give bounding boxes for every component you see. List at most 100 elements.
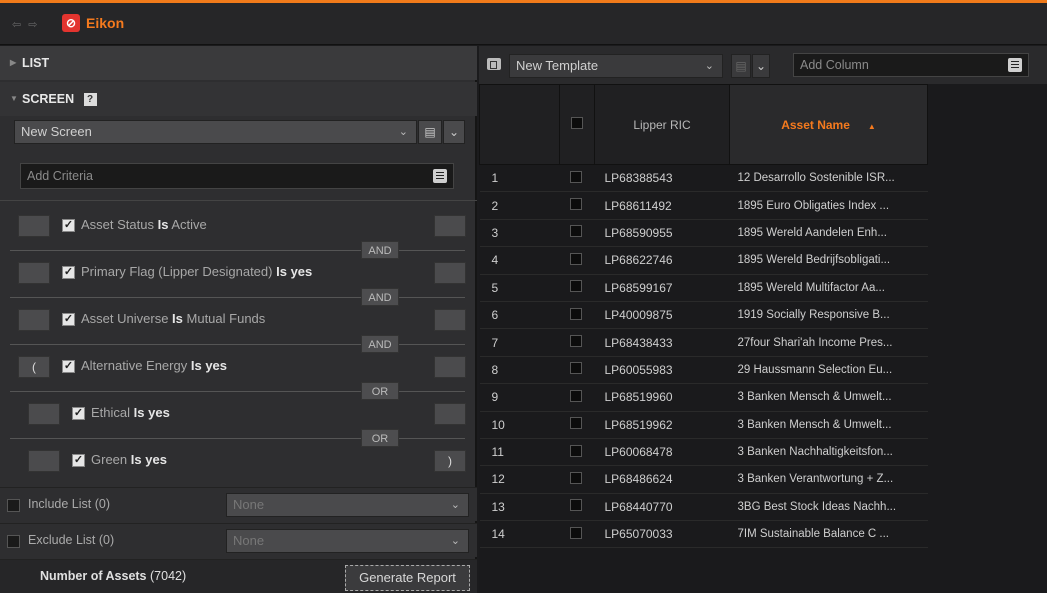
row-checkbox[interactable] xyxy=(569,198,582,211)
ric-link[interactable]: LP60068478 xyxy=(594,438,730,467)
screen-select-value: New Screen xyxy=(21,124,92,139)
exclude-list-checkbox[interactable] xyxy=(7,535,20,548)
ric-link[interactable]: LP68622746 xyxy=(594,246,730,275)
row-checkbox[interactable] xyxy=(569,307,582,320)
right-paren-button[interactable] xyxy=(434,403,466,425)
left-paren-button[interactable] xyxy=(18,262,50,284)
save-menu-chevron-icon[interactable]: ⌄ xyxy=(443,120,465,144)
row-checkbox[interactable] xyxy=(569,225,582,238)
save-template-icon[interactable]: ▤ xyxy=(731,54,751,78)
template-select[interactable]: New Template ⌄ xyxy=(509,54,723,78)
row-checkbox[interactable] xyxy=(569,170,582,183)
help-icon[interactable]: ? xyxy=(83,93,97,107)
screen-select[interactable]: New Screen ⌄ xyxy=(14,120,417,144)
criteria-row[interactable]: ✓ Green Is yes) xyxy=(0,439,477,485)
row-number-header xyxy=(479,84,560,165)
eikon-app: ⇦ ⇨ ⊘ Eikon ▶ LIST ▼ SCREEN ? New Screen… xyxy=(0,0,1047,593)
save-icon[interactable]: ▤ xyxy=(418,120,442,144)
table-row[interactable]: 12 LP68486624 3 Banken Verantwortung + Z..… xyxy=(479,465,928,494)
table-row[interactable]: 2 LP68611492 1895 Euro Obligaties Index ..… xyxy=(479,191,928,220)
row-number: 9 xyxy=(479,383,560,412)
row-checkbox[interactable] xyxy=(569,335,582,348)
add-column-input[interactable]: Add Column xyxy=(793,53,1029,77)
criteria-operator: Is xyxy=(157,217,169,232)
asset-name-cell: 3 Banken Mensch & Umwelt... xyxy=(729,383,928,412)
criteria-checkbox[interactable]: ✓ xyxy=(62,219,75,232)
ric-link[interactable]: LP60055983 xyxy=(594,356,730,385)
criteria-checkbox[interactable]: ✓ xyxy=(62,266,75,279)
left-paren-button[interactable] xyxy=(28,450,60,472)
column-list-icon[interactable] xyxy=(1008,58,1022,72)
table-row[interactable]: 13 LP68440770 3BG Best Stock Ideas Nachh..… xyxy=(479,493,928,522)
row-checkbox[interactable] xyxy=(569,362,582,375)
template-icon[interactable] xyxy=(487,58,501,70)
ric-link[interactable]: LP68438433 xyxy=(594,328,730,357)
add-criteria-input[interactable]: Add Criteria xyxy=(20,163,454,189)
ric-link[interactable]: LP68388543 xyxy=(594,164,730,193)
right-paren-button[interactable] xyxy=(434,215,466,237)
criteria-checkbox[interactable]: ✓ xyxy=(72,454,85,467)
table-row[interactable]: 1 LP68388543 12 Desarrollo Sostenible ISR.… xyxy=(479,164,928,193)
criteria-row[interactable]: ✓ Asset Universe Is Mutual Funds xyxy=(0,298,477,344)
criteria-text: Ethical Is yes xyxy=(91,405,170,420)
screen-section-header[interactable]: ▼ SCREEN ? xyxy=(0,82,477,116)
row-checkbox[interactable] xyxy=(569,417,582,430)
criteria-checkbox[interactable]: ✓ xyxy=(62,313,75,326)
criteria-checkbox[interactable]: ✓ xyxy=(62,360,75,373)
ric-link[interactable]: LP68440770 xyxy=(594,493,730,522)
select-all-checkbox[interactable] xyxy=(571,117,583,129)
table-row[interactable]: 4 LP68622746 1895 Wereld Bedrijfsobligati.… xyxy=(479,246,928,275)
row-checkbox[interactable] xyxy=(569,444,582,457)
row-checkbox[interactable] xyxy=(569,280,582,293)
ric-link[interactable]: LP68519962 xyxy=(594,411,730,439)
criteria-list-icon[interactable] xyxy=(433,169,447,183)
row-checkbox[interactable] xyxy=(569,252,582,265)
ric-link[interactable]: LP68611492 xyxy=(594,191,730,220)
asset-name-cell: 29 Haussmann Selection Eu... xyxy=(729,356,928,385)
ric-link[interactable]: LP40009875 xyxy=(594,301,730,330)
row-checkbox[interactable] xyxy=(569,526,582,539)
table-row[interactable]: 11 LP60068478 3 Banken Nachhaltigkeitsfon.… xyxy=(479,438,928,467)
right-paren-button[interactable] xyxy=(434,356,466,378)
table-row[interactable]: 10 LP68519962 3 Banken Mensch & Umwelt... xyxy=(479,411,928,439)
table-row[interactable]: 3 LP68590955 1895 Wereld Aandelen Enh... xyxy=(479,219,928,248)
left-paren-button[interactable]: ( xyxy=(18,356,50,378)
include-list-checkbox[interactable] xyxy=(7,499,20,512)
table-row[interactable]: 5 LP68599167 1895 Wereld Multifactor Aa... xyxy=(479,274,928,302)
right-paren-button[interactable]: ) xyxy=(434,450,466,472)
template-menu-chevron-icon[interactable]: ⌄ xyxy=(752,54,770,78)
ric-link[interactable]: LP68599167 xyxy=(594,274,730,302)
table-row[interactable]: 14 LP65070033 7IM Sustainable Balance C ..… xyxy=(479,520,928,549)
ric-link[interactable]: LP68519960 xyxy=(594,383,730,412)
criteria-row[interactable]: ✓ Ethical Is yes xyxy=(0,392,477,438)
ric-link[interactable]: LP68590955 xyxy=(594,219,730,248)
ric-link[interactable]: LP68486624 xyxy=(594,465,730,494)
expanded-triangle-icon: ▼ xyxy=(10,94,18,103)
table-row[interactable]: 8 LP60055983 29 Haussmann Selection Eu... xyxy=(479,356,928,385)
criteria-row[interactable]: ✓ Asset Status Is Active xyxy=(0,204,477,250)
generate-report-button[interactable]: Generate Report xyxy=(345,565,470,591)
criteria-checkbox[interactable]: ✓ xyxy=(72,407,85,420)
left-paren-button[interactable] xyxy=(18,215,50,237)
right-paren-button[interactable] xyxy=(434,309,466,331)
include-list-select[interactable]: None ⌄ xyxy=(226,493,469,517)
table-row[interactable]: 9 LP68519960 3 Banken Mensch & Umwelt... xyxy=(479,383,928,412)
row-checkbox[interactable] xyxy=(569,389,582,402)
criteria-row[interactable]: (✓ Alternative Energy Is yes xyxy=(0,345,477,391)
asset-name-cell: 1895 Euro Obligaties Index ... xyxy=(729,191,928,220)
row-checkbox[interactable] xyxy=(569,471,582,484)
ric-link[interactable]: LP65070033 xyxy=(594,520,730,549)
exclude-list-select[interactable]: None ⌄ xyxy=(226,529,469,553)
row-checkbox[interactable] xyxy=(569,499,582,512)
left-paren-button[interactable] xyxy=(28,403,60,425)
list-section-header[interactable]: ▶ LIST xyxy=(0,46,477,80)
nav-arrows[interactable]: ⇦ ⇨ xyxy=(12,18,40,31)
column-header-asset-name[interactable]: Asset Name ▲ xyxy=(729,84,928,165)
table-row[interactable]: 7 LP68438433 27four Shari'ah Income Pres..… xyxy=(479,328,928,357)
exclude-list-label: Exclude List (0) xyxy=(28,533,115,547)
right-paren-button[interactable] xyxy=(434,262,466,284)
table-row[interactable]: 6 LP40009875 1919 Socially Responsive B... xyxy=(479,301,928,330)
criteria-row[interactable]: ✓ Primary Flag (Lipper Designated) Is yes xyxy=(0,251,477,297)
left-paren-button[interactable] xyxy=(18,309,50,331)
column-header-ric[interactable]: Lipper RIC xyxy=(594,84,730,165)
